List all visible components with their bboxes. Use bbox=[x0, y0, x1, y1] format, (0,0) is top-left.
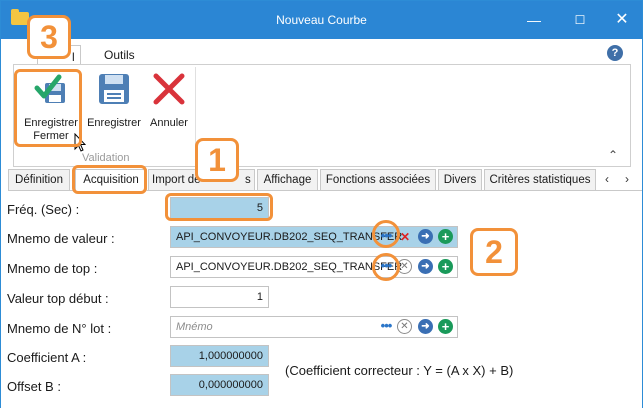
ribbon-tab-tools[interactable]: Outils bbox=[104, 48, 135, 62]
app-window: Nouveau Courbe — ☐ ✕ l Outils ? Enregist… bbox=[0, 0, 643, 409]
mnemo-lot-placeholder: Mnémo bbox=[176, 321, 213, 333]
tab-import-label-end: s bbox=[245, 174, 251, 186]
tab-import-label: Import de bbox=[152, 174, 201, 186]
minimize-button[interactable]: — bbox=[522, 9, 546, 31]
coef-a-label: Coefficient A : bbox=[7, 350, 87, 365]
arrow-right-icon[interactable]: ➜ bbox=[418, 259, 433, 274]
callout-badge-2: 2 bbox=[470, 228, 518, 276]
offset-b-input[interactable]: 0,000000000 bbox=[170, 374, 269, 396]
mnemo-valeur-label: Mnemo de valeur : bbox=[7, 231, 115, 246]
mnemo-top-input[interactable]: API_CONVOYEUR.DB202_SEQ_TRANSFER bbox=[170, 256, 458, 278]
cancel-button[interactable]: Annuler bbox=[147, 71, 191, 130]
clear-circle-icon[interactable]: ✕ bbox=[397, 319, 412, 334]
callout-frame-freq bbox=[165, 193, 273, 221]
save-button[interactable]: Enregistrer bbox=[85, 71, 143, 130]
freq-label: Fréq. (Sec) : bbox=[7, 202, 80, 217]
mnemo-valeur-value: API_CONVOYEUR.DB202_SEQ_TRANSFER bbox=[176, 231, 403, 243]
mnemo-top-label: Mnemo de top : bbox=[7, 261, 98, 276]
title-bar: Nouveau Courbe — ☐ ✕ bbox=[1, 1, 642, 39]
callout-badge-3: 3 bbox=[27, 15, 71, 59]
chevron-right-icon[interactable]: › bbox=[625, 172, 629, 186]
coef-a-input[interactable]: 1,000000000 bbox=[170, 345, 269, 367]
valeur-top-label: Valeur top début : bbox=[7, 291, 109, 306]
help-icon[interactable]: ? bbox=[607, 45, 623, 61]
group-label-validation: Validation bbox=[82, 152, 130, 164]
floppy-disk-icon bbox=[99, 74, 129, 104]
plus-icon[interactable]: + bbox=[438, 319, 453, 334]
tab-fonctions[interactable]: Fonctions associées bbox=[320, 169, 436, 191]
tab-divers[interactable]: Divers bbox=[438, 169, 482, 191]
plus-icon[interactable]: + bbox=[438, 229, 453, 244]
tab-criteres[interactable]: Critères statistiques bbox=[484, 169, 596, 191]
formula-text: (Coefficient correcteur : Y = (A x X) + … bbox=[285, 363, 514, 378]
offset-b-label: Offset B : bbox=[7, 379, 61, 394]
chevron-up-icon[interactable]: ⌃ bbox=[608, 148, 618, 162]
callout-ring-top-dots bbox=[372, 253, 400, 281]
save-label: Enregistrer bbox=[87, 117, 141, 129]
maximize-button[interactable]: ☐ bbox=[568, 9, 592, 31]
tab-affichage[interactable]: Affichage bbox=[257, 169, 318, 191]
browse-dots-icon[interactable]: ••• bbox=[378, 319, 394, 336]
valeur-top-input[interactable]: 1 bbox=[170, 286, 269, 308]
cross-icon bbox=[153, 73, 185, 105]
mnemo-lot-input[interactable]: Mnémo bbox=[170, 316, 458, 338]
plus-icon[interactable]: + bbox=[438, 259, 453, 274]
callout-badge-1: 1 bbox=[195, 138, 239, 182]
cancel-label: Annuler bbox=[150, 117, 188, 129]
arrow-right-icon[interactable]: ➜ bbox=[418, 229, 433, 244]
callout-frame-acquisition-tab bbox=[72, 165, 147, 194]
clear-x-icon[interactable]: ✕ bbox=[398, 230, 412, 244]
close-button[interactable]: ✕ bbox=[610, 9, 634, 31]
mnemo-top-value: API_CONVOYEUR.DB202_SEQ_TRANSFER bbox=[176, 261, 403, 273]
mnemo-lot-label: Mnemo de N° lot : bbox=[7, 321, 112, 336]
mnemo-valeur-input[interactable]: API_CONVOYEUR.DB202_SEQ_TRANSFER bbox=[170, 226, 458, 248]
ribbon-separator bbox=[195, 67, 196, 147]
chevron-left-icon[interactable]: ‹ bbox=[605, 172, 609, 186]
arrow-right-icon[interactable]: ➜ bbox=[418, 319, 433, 334]
tab-definition[interactable]: Définition bbox=[8, 169, 70, 191]
acquisition-form: Fréq. (Sec) : 5 Mnemo de valeur : API_CO… bbox=[1, 191, 642, 409]
ribbon-tab-strip: l Outils ? bbox=[1, 39, 642, 65]
callout-frame-save-close bbox=[14, 69, 82, 147]
callout-ring-valeur-dots bbox=[372, 220, 400, 248]
ribbon-panel: Enregistrer Fermer Enregistrer Annuler V… bbox=[13, 64, 631, 167]
